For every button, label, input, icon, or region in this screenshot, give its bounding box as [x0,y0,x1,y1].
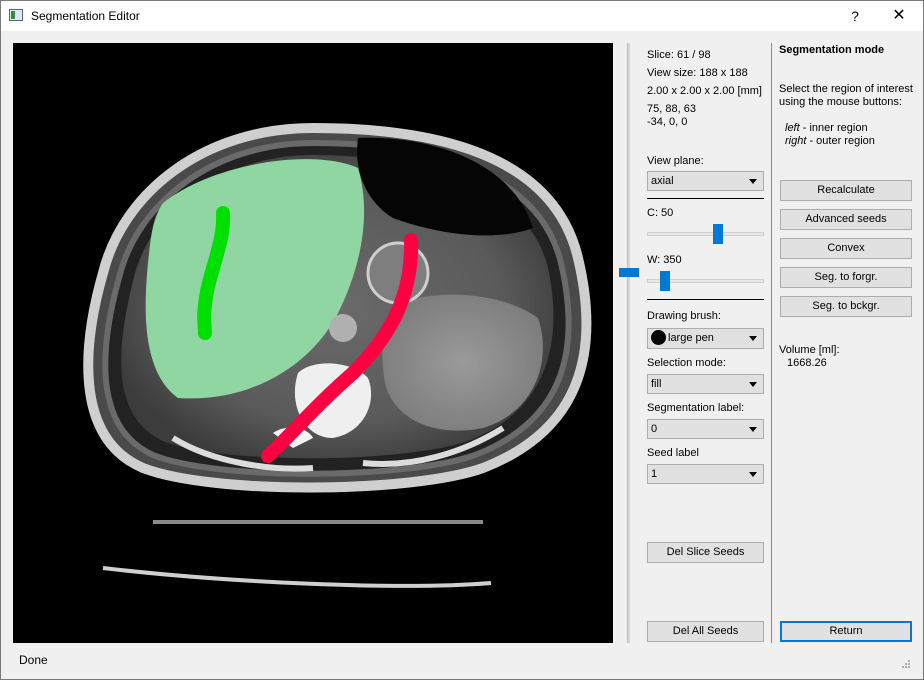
selection-mode-value: fill [651,378,662,390]
drawing-brush-select[interactable]: large pen [647,328,764,349]
seg-to-forgr-button[interactable]: Seg. to forgr. [780,267,912,288]
window-width-slider-handle[interactable] [659,271,670,291]
chevron-down-icon [749,382,757,387]
contrast-label: C: 50 [647,207,674,219]
volume-value: 1668.26 [787,357,827,369]
status-text: Done [19,653,48,667]
seed-label-value: 1 [651,468,658,480]
slice-slider-handle[interactable] [619,267,639,277]
segmentation-label-select[interactable]: 0 [647,419,764,439]
return-button[interactable]: Return [780,621,912,642]
brush-dot-icon [651,329,666,345]
view-plane-select[interactable]: axial [647,171,764,191]
convex-button[interactable]: Convex [780,238,912,259]
chevron-down-icon [749,427,757,432]
right-key: right [785,135,807,147]
advanced-seeds-button[interactable]: Advanced seeds [780,209,912,230]
app-icon [9,9,23,21]
selection-mode-label: Selection mode: [647,357,726,369]
help-button[interactable]: ? [839,4,871,28]
title-bar: Segmentation Editor ? ✕ [1,1,923,31]
left-button-hint: left - inner region [785,122,868,135]
divider [647,299,764,300]
segmentation-label-label: Segmentation label: [647,402,745,414]
cursor-offset: -34, 0, 0 [647,116,688,128]
del-slice-seeds-button[interactable]: Del Slice Seeds [647,542,764,563]
left-key: left [785,122,800,134]
drawing-brush-value: large pen [668,332,714,344]
view-size-info: View size: 188 x 188 [647,67,748,79]
mode-title: Segmentation mode [779,44,885,56]
resize-grip-icon[interactable] [901,659,911,669]
contrast-slider-handle[interactable] [713,224,724,244]
chevron-down-icon [749,336,757,341]
seed-label-select[interactable]: 1 [647,464,764,484]
seed-label-label: Seed label [647,447,699,459]
recalculate-button[interactable]: Recalculate [780,180,912,201]
segmentation-label-value: 0 [651,423,658,435]
seg-to-bckgr-button[interactable]: Seg. to bckgr. [780,296,912,317]
ct-slice-image [13,43,613,643]
divider [647,198,764,199]
close-button[interactable]: ✕ [877,4,921,28]
view-plane-value: axial [651,175,674,187]
cursor-coords: 75, 88, 63 [647,103,696,115]
chevron-down-icon [749,472,757,477]
voxel-size-info: 2.00 x 2.00 x 2.00 [mm] [647,85,762,97]
slice-info: Slice: 61 / 98 [647,49,711,61]
drawing-brush-label: Drawing brush: [647,310,721,322]
right-desc: - outer region [806,135,875,147]
contrast-slider[interactable] [647,232,764,236]
mode-instructions-line2: using the mouse buttons: [779,96,902,108]
ct-slice-viewer[interactable] [13,43,613,643]
volume-label: Volume [ml]: [779,344,840,356]
right-button-hint: right - outer region [785,135,875,148]
selection-mode-select[interactable]: fill [647,374,764,394]
del-all-seeds-button[interactable]: Del All Seeds [647,621,764,642]
slice-slider[interactable] [627,43,630,643]
mode-instructions-line1: Select the region of interest [779,83,913,95]
window-title: Segmentation Editor [31,9,140,23]
panel-divider [771,43,772,643]
view-plane-label: View plane: [647,155,704,167]
left-desc: - inner region [799,122,868,134]
chevron-down-icon [749,179,757,184]
window-width-label: W: 350 [647,254,682,266]
segmentation-editor-window: Segmentation Editor ? ✕ Slice: 61 / 98 V… [0,0,924,680]
